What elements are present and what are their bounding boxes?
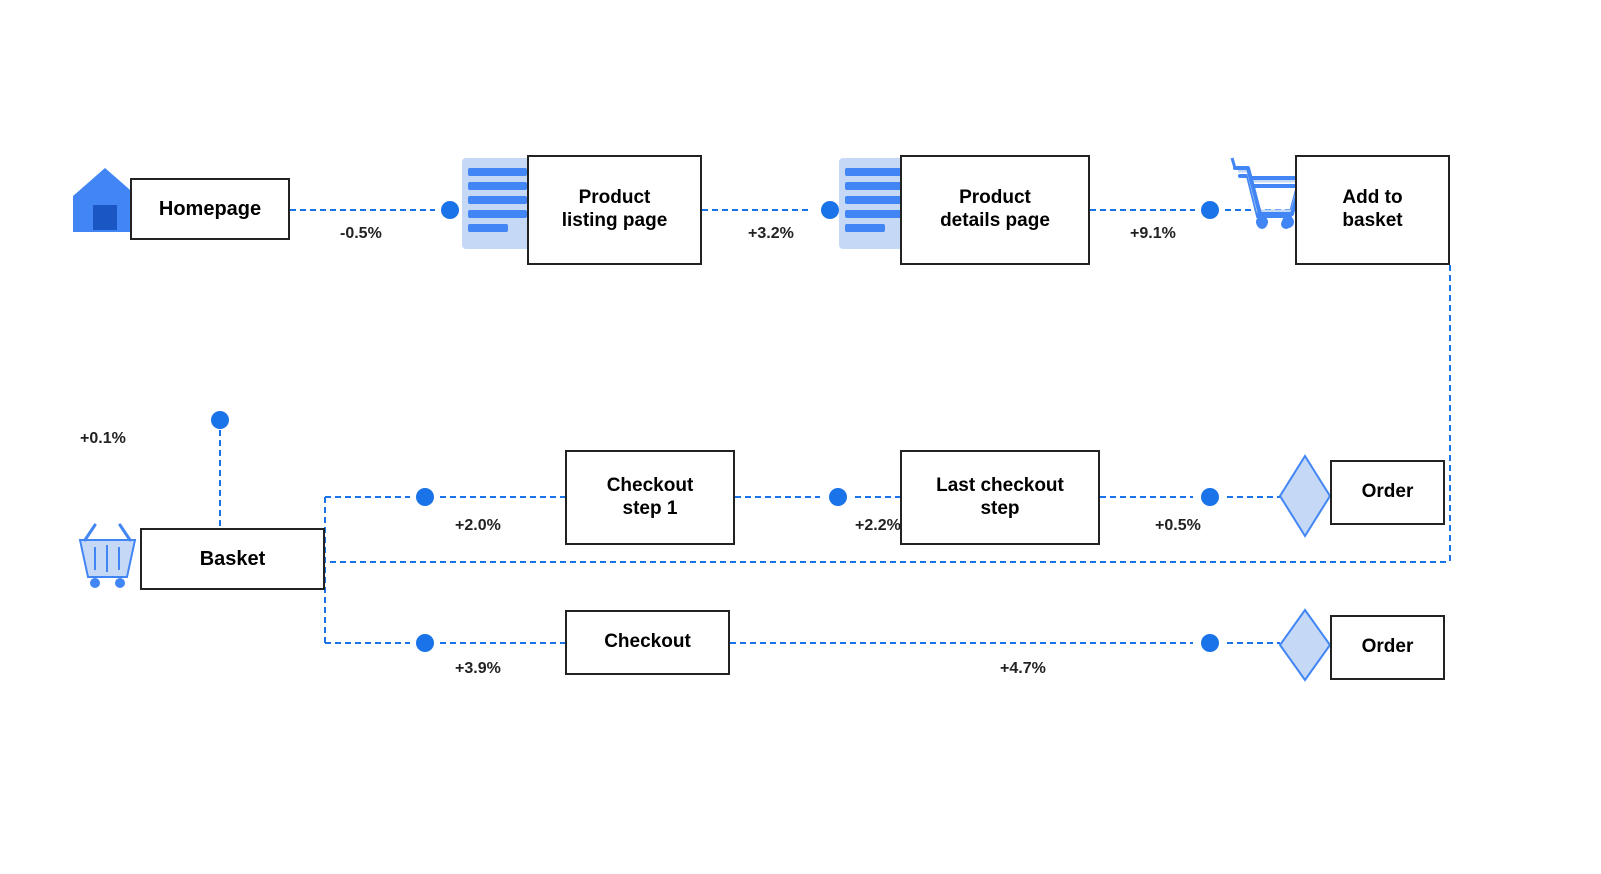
order-top-node[interactable]: Order: [1330, 460, 1445, 525]
basket-node[interactable]: Basket: [140, 528, 325, 590]
dot-checkout-order: [1201, 634, 1219, 652]
flow-diagram: Homepage Productlisting page Productdeta…: [0, 0, 1601, 874]
pct-hp-plp: -0.5%: [340, 225, 382, 243]
dot-lcs-order: [1201, 488, 1219, 506]
pct-basket-checkout: +3.9%: [455, 660, 501, 678]
dot-basket-upper: [211, 411, 229, 429]
pct-checkout-order-bottom: +4.7%: [1000, 660, 1046, 678]
product-listing-node[interactable]: Productlisting page: [527, 155, 702, 265]
dot-pdp-atb: [1201, 201, 1219, 219]
pct-basket-cs1: +2.0%: [455, 517, 501, 535]
order-bottom-node[interactable]: Order: [1330, 615, 1445, 680]
checkout-step1-node[interactable]: Checkoutstep 1: [565, 450, 735, 545]
dot-basket-checkout: [416, 634, 434, 652]
dot-plp-pdp: [821, 201, 839, 219]
pct-plp-pdp: +3.2%: [748, 225, 794, 243]
product-details-node[interactable]: Productdetails page: [900, 155, 1090, 265]
pct-lcs-order-top: +0.5%: [1155, 517, 1201, 535]
homepage-node[interactable]: Homepage: [130, 178, 290, 240]
checkout-node[interactable]: Checkout: [565, 610, 730, 675]
dot-hp-plp: [441, 201, 459, 219]
pct-cs1-lcs: +2.2%: [855, 517, 901, 535]
pct-pdp-atb: +9.1%: [1130, 225, 1176, 243]
add-to-basket-node[interactable]: Add tobasket: [1295, 155, 1450, 265]
dot-cs1-lcs: [829, 488, 847, 506]
dot-basket-to-cs1: [416, 488, 434, 506]
pct-basket: +0.1%: [80, 430, 126, 448]
last-checkout-step-node[interactable]: Last checkoutstep: [900, 450, 1100, 545]
connector-lines: [0, 0, 1601, 874]
